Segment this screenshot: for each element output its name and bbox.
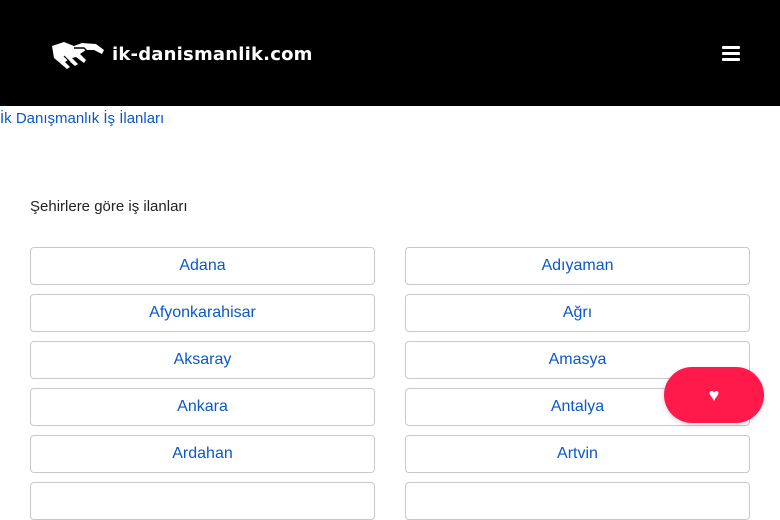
city-button-afyonkarahisar[interactable]: Afyonkarahisar: [30, 294, 375, 332]
city-button-adiyaman[interactable]: Adıyaman: [405, 247, 750, 285]
breadcrumb-link[interactable]: İk Danışmanlık İş İlanları: [0, 110, 164, 127]
like-button[interactable]: ♥: [664, 367, 764, 423]
site-logo[interactable]: ik-danismanlik.com: [50, 34, 313, 74]
heart-icon: ♥: [708, 384, 720, 405]
city-button-agri[interactable]: Ağrı: [405, 294, 750, 332]
city-button-next[interactable]: [30, 482, 375, 520]
section-heading: Şehirlere göre iş ilanları: [30, 198, 188, 215]
city-button-next[interactable]: [405, 482, 750, 520]
site-header: ik-danismanlik.com: [0, 0, 780, 106]
city-button-ardahan[interactable]: Ardahan: [30, 435, 375, 473]
city-button-aksaray[interactable]: Aksaray: [30, 341, 375, 379]
city-button-adana[interactable]: Adana: [30, 247, 375, 285]
hamburger-menu-icon[interactable]: [718, 41, 744, 65]
city-list: Adana Adıyaman Afyonkarahisar Ağrı Aksar…: [30, 247, 750, 520]
logo-text: ik-danismanlik.com: [112, 43, 313, 65]
city-button-artvin[interactable]: Artvin: [405, 435, 750, 473]
city-button-ankara[interactable]: Ankara: [30, 388, 375, 426]
handshake-icon: [50, 36, 106, 72]
